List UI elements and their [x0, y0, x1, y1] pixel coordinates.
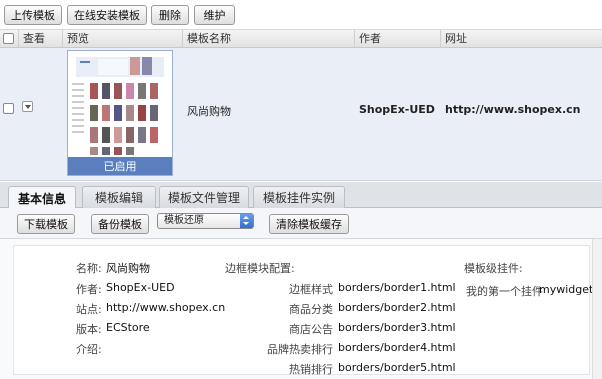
- maintain-button[interactable]: 维护: [194, 5, 235, 25]
- tab-basic-info[interactable]: 基本信息: [8, 186, 76, 209]
- site-label: 站点:: [76, 303, 102, 316]
- author-label: 作者:: [76, 283, 102, 296]
- border-item-label: 热销排行: [289, 363, 333, 376]
- select-all-checkbox[interactable]: [3, 33, 14, 44]
- tab-template-widget-instances[interactable]: 模板挂件实例: [253, 186, 345, 208]
- widget-item-label: 我的第一个挂件: [466, 285, 543, 298]
- template-restore-selected-value: 模板还原: [164, 215, 204, 226]
- upload-template-button[interactable]: 上传模板: [4, 5, 62, 25]
- tab-template-file-manage[interactable]: 模板文件管理: [159, 186, 249, 208]
- border-item-label: 边框样式: [289, 283, 333, 296]
- column-template-name: 模板名称: [182, 30, 354, 48]
- border-item-value: borders/border5.html: [338, 361, 456, 374]
- detail-tab-bar: 基本信息 模板编辑 模板文件管理 模板挂件实例: [0, 182, 602, 209]
- column-url: 网址: [440, 30, 602, 48]
- border-item-value: borders/border3.html: [338, 321, 456, 334]
- template-action-bar: 下载模板 备份模板 模板还原 清除模板缓存: [0, 208, 602, 239]
- clear-template-cache-button[interactable]: 清除模板缓存: [269, 214, 349, 234]
- basic-info-content: 名称: 风尚购物 作者: ShopEx-UED 站点: http://www.s…: [13, 245, 594, 376]
- download-template-button[interactable]: 下载模板: [17, 214, 75, 234]
- delete-button[interactable]: 删除: [151, 5, 189, 25]
- intro-label: 介绍:: [76, 343, 102, 356]
- author-value: ShopEx-UED: [106, 281, 175, 294]
- column-author: 作者: [354, 30, 440, 48]
- template-name-cell: 风尚购物: [187, 105, 231, 118]
- author-cell: ShopEx-UED: [359, 103, 435, 116]
- online-install-template-button[interactable]: 在线安装模板: [67, 5, 147, 25]
- border-item-label: 品牌热卖排行: [267, 343, 333, 356]
- template-status-badge: 已启用: [68, 157, 172, 175]
- border-item-label: 商店公告: [289, 323, 333, 336]
- url-cell[interactable]: http://www.shopex.cn: [445, 103, 581, 116]
- vertical-scrollbar[interactable]: [592, 239, 602, 379]
- column-view: 查看: [18, 30, 62, 48]
- version-value: ECStore: [106, 321, 150, 334]
- border-item-value: borders/border1.html: [338, 281, 456, 294]
- expand-dropdown-icon[interactable]: [22, 101, 33, 112]
- widget-item-value: mywidget: [539, 283, 594, 296]
- table-header: 查看 预览 模板名称 作者 网址: [0, 30, 602, 48]
- preview-image: [72, 57, 158, 155]
- template-widgets-title: 模板级挂件:: [464, 262, 523, 275]
- top-toolbar: 上传模板 在线安装模板 删除 维护: [0, 0, 602, 30]
- name-value: 风尚购物: [106, 262, 150, 275]
- border-item-value: borders/border4.html: [338, 341, 456, 354]
- site-value: http://www.shopex.cn: [106, 301, 226, 314]
- tab-template-edit[interactable]: 模板编辑: [82, 186, 156, 208]
- template-restore-select[interactable]: 模板还原: [157, 213, 254, 229]
- select-arrows-icon: [240, 214, 253, 228]
- column-preview: 预览: [62, 30, 182, 48]
- backup-template-button[interactable]: 备份模板: [91, 214, 149, 234]
- template-preview-thumbnail[interactable]: 已启用: [67, 50, 173, 176]
- row-checkbox[interactable]: [3, 103, 14, 114]
- table-row[interactable]: 已启用 风尚购物 ShopEx-UED http://www.shopex.cn: [0, 48, 602, 181]
- basic-info-panel: 名称: 风尚购物 作者: ShopEx-UED 站点: http://www.s…: [0, 239, 602, 379]
- version-label: 版本:: [76, 323, 102, 336]
- name-label: 名称:: [76, 262, 102, 275]
- border-item-value: borders/border2.html: [338, 301, 456, 314]
- border-item-label: 商品分类: [289, 303, 333, 316]
- border-config-title: 边框模块配置:: [225, 262, 295, 275]
